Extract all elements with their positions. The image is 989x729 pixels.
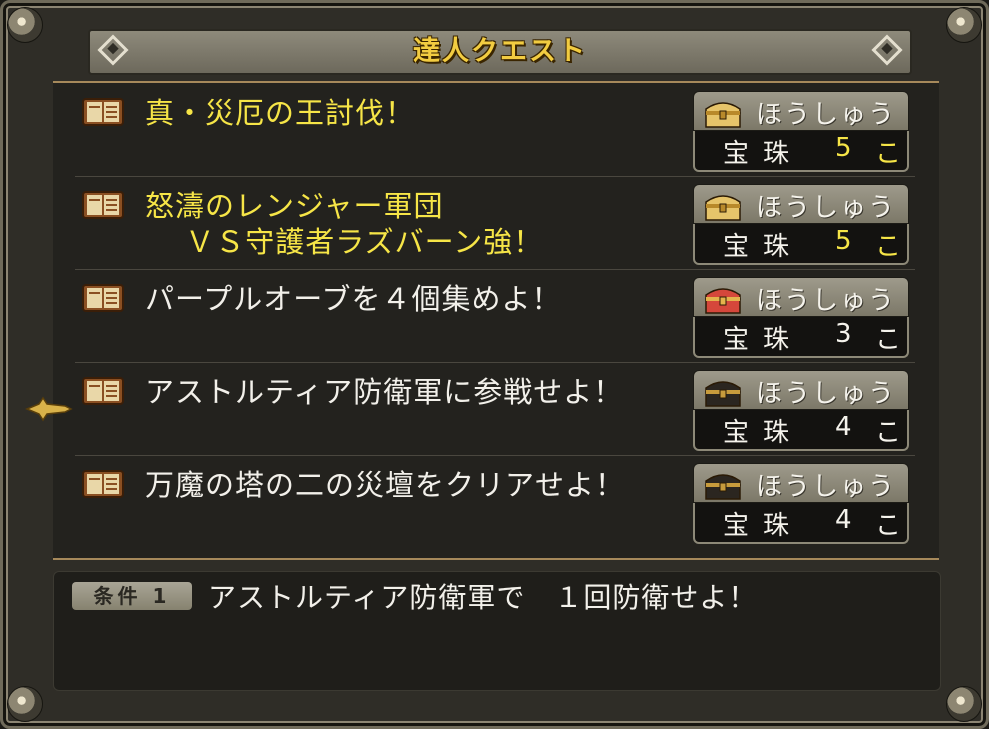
- reward-unit: こ: [875, 139, 902, 169]
- title-bar: 達人クエスト: [88, 29, 912, 75]
- quest-title: 万魔の塔の二の災壇をクリアせよ！: [145, 468, 626, 502]
- window-title: 達人クエスト: [413, 36, 587, 67]
- quest-list: 真・災厄の王討伐！ ほうしゅう 宝珠 5 こ 怒濤のレンジャー軍団 ＶＳ守護者ラ…: [53, 81, 939, 560]
- reward-box: ほうしゅう 宝珠 3 こ: [693, 277, 909, 358]
- quest-row[interactable]: 万魔の塔の二の災壇をクリアせよ！ ほうしゅう 宝珠 4 こ: [75, 455, 915, 548]
- reward-label: ほうしゅう: [756, 379, 897, 409]
- corner-ornament: [7, 686, 43, 722]
- reward-label: ほうしゅう: [756, 472, 897, 502]
- reward-value: 宝珠 3 こ: [693, 317, 909, 358]
- condition-panel: 条件 1 アストルティア防衛軍で １回防衛せよ！: [53, 571, 941, 691]
- reward-unit: こ: [875, 418, 902, 448]
- treasure-chest-icon: [705, 381, 741, 407]
- quest-book-icon: [82, 470, 124, 498]
- quest-window: 達人クエスト 真・災厄の王討伐！ ほうしゅう 宝珠 5 こ 怒濤のレンジャー軍団…: [0, 0, 989, 729]
- treasure-chest-icon: [705, 102, 741, 128]
- reward-value: 宝珠 4 こ: [693, 503, 909, 544]
- reward-header: ほうしゅう: [693, 277, 909, 317]
- reward-value: 宝珠 5 こ: [693, 224, 909, 265]
- diamond-ornament-icon: [97, 34, 129, 66]
- reward-label: ほうしゅう: [756, 193, 897, 223]
- treasure-chest-icon: [705, 474, 741, 500]
- treasure-chest-icon: [705, 195, 741, 221]
- reward-label: ほうしゅう: [756, 286, 897, 316]
- quest-book-icon: [82, 377, 124, 405]
- diamond-ornament-icon: [871, 34, 903, 66]
- reward-item: 宝珠: [723, 418, 804, 448]
- reward-value: 宝珠 4 こ: [693, 410, 909, 451]
- reward-box: ほうしゅう 宝珠 5 こ: [693, 184, 909, 265]
- reward-value: 宝珠 5 こ: [693, 131, 909, 172]
- hand-pointer-icon: [25, 396, 73, 422]
- reward-label: ほうしゅう: [756, 100, 897, 130]
- reward-unit: こ: [875, 232, 902, 262]
- reward-item: 宝珠: [723, 325, 804, 355]
- quest-row[interactable]: 真・災厄の王討伐！ ほうしゅう 宝珠 5 こ: [75, 83, 915, 177]
- reward-count: 5: [835, 226, 852, 256]
- quest-title: パープルオーブを４個集めよ！: [145, 282, 562, 316]
- reward-item: 宝珠: [723, 232, 804, 262]
- quest-row[interactable]: パープルオーブを４個集めよ！ ほうしゅう 宝珠 3 こ: [75, 269, 915, 363]
- reward-count: 4: [835, 505, 852, 535]
- corner-ornament: [946, 686, 982, 722]
- reward-item: 宝珠: [723, 511, 804, 541]
- reward-box: ほうしゅう 宝珠 4 こ: [693, 463, 909, 544]
- reward-header: ほうしゅう: [693, 91, 909, 131]
- reward-count: 3: [835, 319, 852, 349]
- reward-count: 4: [835, 412, 852, 442]
- reward-box: ほうしゅう 宝珠 5 こ: [693, 91, 909, 172]
- reward-header: ほうしゅう: [693, 370, 909, 410]
- reward-unit: こ: [875, 511, 902, 541]
- reward-header: ほうしゅう: [693, 463, 909, 503]
- reward-header: ほうしゅう: [693, 184, 909, 224]
- quest-book-icon: [82, 98, 124, 126]
- reward-box: ほうしゅう 宝珠 4 こ: [693, 370, 909, 451]
- quest-book-icon: [82, 191, 124, 219]
- quest-title: 真・災厄の王討伐！: [145, 96, 416, 130]
- condition-text: アストルティア防衛軍で １回防衛せよ！: [208, 581, 758, 614]
- corner-ornament: [946, 7, 982, 43]
- condition-badge: 条件 1: [72, 582, 192, 610]
- quest-row[interactable]: アストルティア防衛軍に参戦せよ！ ほうしゅう 宝珠 4 こ: [75, 362, 915, 456]
- quest-title: アストルティア防衛軍に参戦せよ！: [145, 375, 624, 409]
- reward-item: 宝珠: [723, 139, 804, 169]
- quest-title: 怒濤のレンジャー軍団 ＶＳ守護者ラズバーン強！: [145, 189, 544, 259]
- reward-unit: こ: [875, 325, 902, 355]
- quest-row[interactable]: 怒濤のレンジャー軍団 ＶＳ守護者ラズバーン強！ ほうしゅう 宝珠 5 こ: [75, 176, 915, 270]
- treasure-chest-icon: [705, 288, 741, 314]
- reward-count: 5: [835, 133, 852, 163]
- corner-ornament: [7, 7, 43, 43]
- quest-book-icon: [82, 284, 124, 312]
